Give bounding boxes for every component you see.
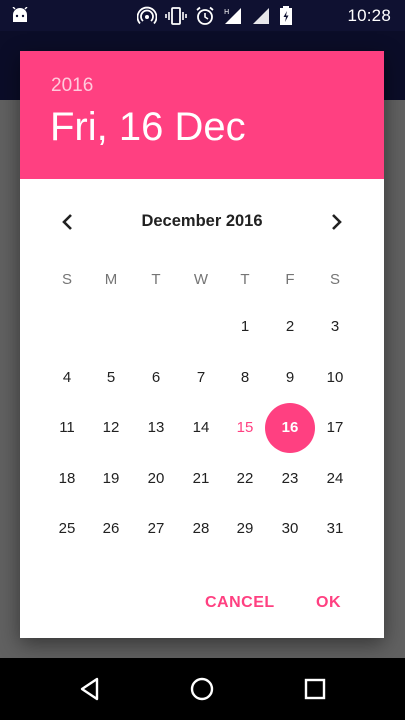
header-selected-date[interactable]: Fri, 16 Dec: [50, 105, 246, 150]
alarm-icon: [196, 6, 214, 25]
weekday-label: F: [285, 271, 295, 288]
android-icon: [12, 7, 28, 22]
calendar-day[interactable]: 13: [134, 406, 178, 450]
calendar-day[interactable]: 5: [89, 356, 133, 400]
calendar-day[interactable]: 23: [268, 457, 312, 501]
calendar-day[interactable]: 2: [268, 305, 312, 349]
signal-icon: H: [224, 8, 241, 24]
calendar-day[interactable]: 25: [45, 507, 89, 551]
calendar-day[interactable]: 19: [89, 457, 133, 501]
calendar-day[interactable]: 4: [45, 356, 89, 400]
header-year[interactable]: 2016: [51, 75, 93, 97]
calendar-day[interactable]: 3: [313, 305, 357, 349]
recents-icon: [304, 678, 326, 700]
calendar-day[interactable]: 1: [223, 305, 267, 349]
weekday-label: M: [104, 271, 118, 288]
calendar-day[interactable]: 31: [313, 507, 357, 551]
calendar-day[interactable]: 10: [313, 356, 357, 400]
weekday-label: T: [240, 271, 250, 288]
calendar-day[interactable]: 9: [268, 356, 312, 400]
date-picker-dialog: 2016 Fri, 16 Dec December 2016 SMTWTFS 1…: [20, 51, 384, 638]
calendar-day[interactable]: 20: [134, 457, 178, 501]
calendar-day[interactable]: 24: [313, 457, 357, 501]
next-month-button[interactable]: [322, 208, 350, 236]
home-icon: [190, 677, 214, 701]
calendar-day[interactable]: 27: [134, 507, 178, 551]
calendar-day[interactable]: 14: [179, 406, 223, 450]
calendar-day[interactable]: 11: [45, 406, 89, 450]
weekday-label: W: [193, 271, 209, 288]
home-button[interactable]: [189, 676, 215, 702]
cancel-button[interactable]: CANCEL: [205, 594, 275, 612]
wifi-icon: [253, 8, 269, 24]
back-button[interactable]: [77, 676, 103, 702]
calendar-day[interactable]: 30: [268, 507, 312, 551]
calendar-day[interactable]: 12: [89, 406, 133, 450]
back-icon: [80, 677, 99, 701]
calendar-day[interactable]: 26: [89, 507, 133, 551]
chevron-right-icon: [332, 214, 342, 230]
battery-icon: [280, 6, 292, 25]
calendar-day[interactable]: 6: [134, 356, 178, 400]
calendar-day[interactable]: 21: [179, 457, 223, 501]
svg-text:H: H: [224, 8, 229, 16]
hotspot-icon: [137, 6, 157, 25]
status-time: 10:28: [347, 6, 391, 25]
weekday-label: S: [329, 271, 340, 288]
calendar-day[interactable]: 7: [179, 356, 223, 400]
dialog-header: 2016 Fri, 16 Dec: [20, 51, 384, 179]
weekday-label: T: [151, 271, 161, 288]
vibrate-icon: [165, 7, 187, 25]
calendar-day[interactable]: 18: [45, 457, 89, 501]
status-bar: H 10:28: [0, 0, 405, 31]
ok-button[interactable]: OK: [316, 594, 341, 612]
month-navigation: December 2016: [20, 179, 384, 239]
calendar-day[interactable]: 17: [313, 406, 357, 450]
calendar-day[interactable]: 22: [223, 457, 267, 501]
calendar-day[interactable]: 29: [223, 507, 267, 551]
today-day[interactable]: 15: [223, 406, 267, 450]
weekday-label: S: [61, 271, 72, 288]
calendar-day[interactable]: 28: [179, 507, 223, 551]
navigation-bar: [0, 658, 405, 720]
selected-day[interactable]: 16: [265, 403, 315, 453]
calendar-day[interactable]: 8: [223, 356, 267, 400]
recents-button[interactable]: [302, 676, 328, 702]
